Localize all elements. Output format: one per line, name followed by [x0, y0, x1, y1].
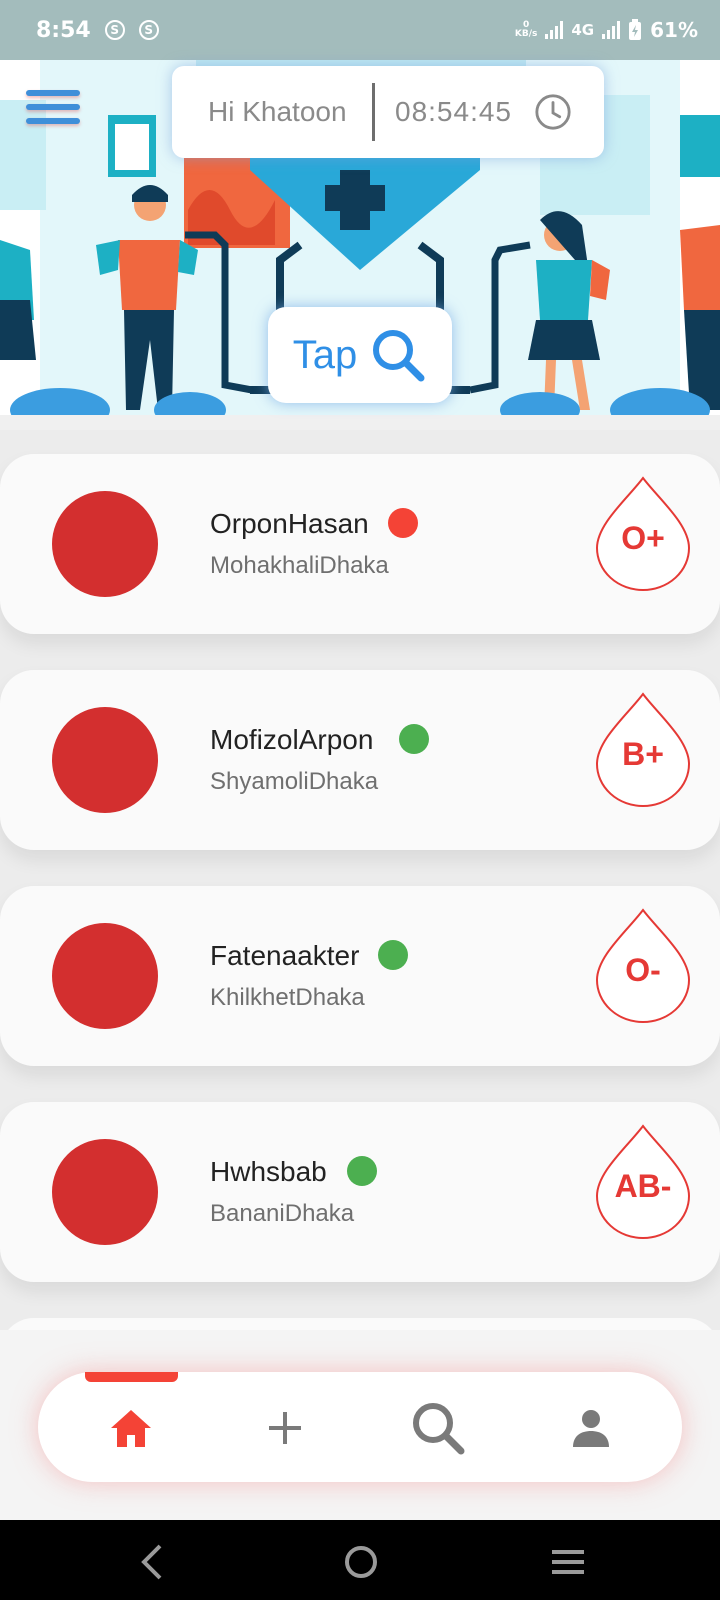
back-icon[interactable] — [132, 1540, 176, 1584]
donor-card[interactable]: Fatenaakter KhilkhetDhaka O- — [0, 886, 720, 1066]
donor-card[interactable]: OrponHasan MohakhaliDhaka O+ — [0, 454, 720, 634]
donor-name: MofizolArpon — [210, 724, 374, 755]
tap-label: Tap — [292, 332, 358, 377]
status-dot — [399, 724, 429, 754]
status-indicators: 0 KB/s 4G 61% — [515, 18, 698, 42]
home-circle-icon[interactable] — [339, 1540, 383, 1584]
donor-location: BananiDhaka — [210, 1200, 355, 1227]
greeting-text: Hi Khatoon — [208, 96, 347, 127]
sync-icon: S — [104, 20, 125, 40]
donor-name: OrponHasan — [210, 508, 369, 539]
clock-icon — [535, 94, 571, 130]
network-type: 4G — [571, 21, 595, 39]
blood-group: O- — [625, 952, 661, 988]
clock-time: 08:54:45 — [395, 96, 512, 127]
search-icon — [413, 1403, 465, 1455]
menu-button[interactable] — [26, 90, 80, 140]
blood-group: AB- — [614, 1168, 672, 1204]
donor-location: MohakhaliDhaka — [210, 552, 389, 579]
nav-profile-button[interactable] — [561, 1398, 621, 1458]
status-dot — [378, 940, 408, 970]
add-icon — [269, 1412, 301, 1444]
sync-icon: S — [138, 20, 159, 40]
status-bar: 8:54 S S 0 KB/s 4G 61% — [0, 0, 720, 60]
donor-location: ShyamoliDhaka — [210, 768, 379, 795]
blood-group: O+ — [621, 520, 665, 556]
nav-search-button[interactable] — [408, 1398, 468, 1458]
donor-name: Fatenaakter — [210, 940, 360, 971]
avatar — [52, 491, 158, 597]
battery-percent: 61% — [650, 18, 698, 42]
profile-icon — [573, 1410, 609, 1447]
donor-card[interactable]: Hwhsbab BananiDhaka AB- — [0, 1102, 720, 1282]
signal-icon — [602, 21, 621, 39]
status-dot — [388, 508, 418, 538]
signal-icon — [545, 21, 564, 39]
donor-card[interactable]: MofizolArpon ShyamoliDhaka B+ — [0, 670, 720, 850]
blood-group: B+ — [622, 736, 664, 772]
nav-add-button[interactable] — [255, 1398, 315, 1458]
data-speed: 0 KB/s — [514, 20, 538, 39]
home-icon — [111, 1410, 151, 1447]
avatar — [52, 1139, 158, 1245]
status-time: 8:54 — [36, 17, 91, 43]
donor-name: Hwhsbab — [210, 1156, 327, 1187]
recents-icon[interactable] — [546, 1540, 590, 1584]
greeting-card: Hi Khatoon 08:54:45 — [172, 66, 604, 158]
nav-home-button[interactable] — [101, 1398, 161, 1458]
donor-location: KhilkhetDhaka — [210, 984, 365, 1011]
search-icon — [373, 330, 425, 382]
nav-active-indicator — [85, 1372, 178, 1382]
tap-search-button[interactable]: Tap — [268, 307, 452, 403]
avatar — [52, 707, 158, 813]
battery-charging-icon — [629, 19, 642, 40]
avatar — [52, 923, 158, 1029]
status-dot — [347, 1156, 377, 1186]
divider — [372, 83, 375, 141]
